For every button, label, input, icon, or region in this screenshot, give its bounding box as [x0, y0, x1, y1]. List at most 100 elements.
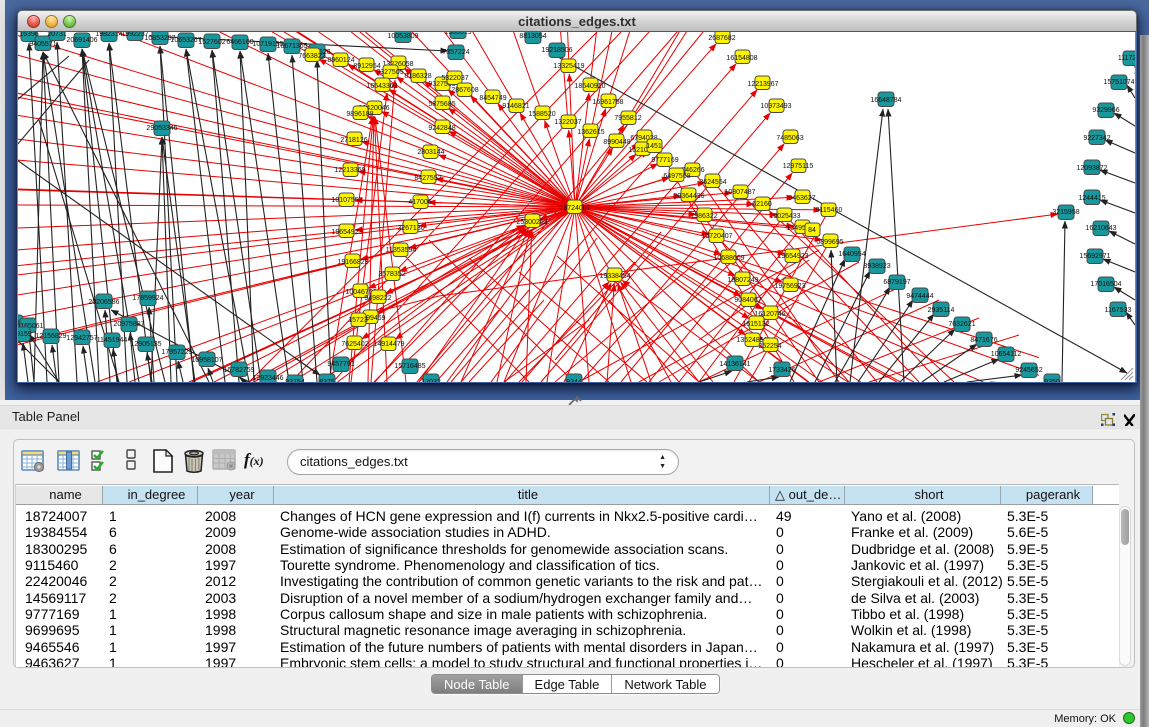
svg-text:8813054: 8813054: [519, 33, 546, 40]
svg-text:9896188: 9896188: [346, 111, 373, 118]
svg-text:11451944: 11451944: [97, 337, 128, 344]
svg-text:10958107: 10958107: [191, 357, 222, 364]
svg-text:2718126: 2718126: [340, 137, 367, 144]
svg-text:9227342: 9227342: [1083, 135, 1110, 142]
svg-text:12156829: 12156829: [35, 333, 66, 340]
svg-text:1244415: 1244415: [1078, 195, 1105, 202]
svg-text:10654112: 10654112: [991, 351, 1022, 358]
svg-text:9350: 9350: [1044, 379, 1060, 382]
svg-text:18807249: 18807249: [727, 277, 758, 284]
svg-text:1117263: 1117263: [1118, 55, 1135, 62]
svg-text:8938923: 8938923: [863, 263, 890, 270]
svg-text:9084067: 9084067: [734, 297, 761, 304]
svg-text:0899695: 0899695: [816, 239, 843, 246]
svg-text:5875685: 5875685: [428, 101, 455, 108]
svg-text:417006: 417006: [408, 199, 431, 206]
svg-text:1903319: 1903319: [444, 32, 471, 36]
svg-text:9242848: 9242848: [428, 125, 455, 132]
svg-text:8454749: 8454749: [479, 95, 506, 102]
svg-text:1733426: 1733426: [768, 367, 795, 374]
svg-text:16154808: 16154808: [726, 55, 757, 62]
svg-text:7986322: 7986322: [690, 213, 717, 220]
svg-text:15716485: 15716485: [394, 363, 425, 370]
svg-text:9327505: 9327505: [376, 69, 403, 76]
svg-text:10053809: 10053809: [387, 33, 418, 40]
svg-text:20364436: 20364436: [673, 193, 704, 200]
svg-text:9329966: 9329966: [1092, 107, 1119, 114]
svg-text:8186328: 8186328: [404, 73, 431, 80]
svg-text:12923446: 12923446: [252, 375, 283, 382]
svg-text:1451: 1451: [646, 143, 662, 150]
svg-text:17016504: 17016504: [1090, 281, 1121, 288]
svg-text:7955812: 7955812: [614, 115, 641, 122]
svg-text:2687682: 2687682: [708, 35, 735, 42]
svg-text:16782759: 16782759: [223, 367, 254, 374]
svg-text:6879197: 6879197: [883, 279, 910, 286]
svg-text:10973493: 10973493: [760, 103, 791, 110]
svg-text:17957225: 17957225: [161, 349, 192, 356]
svg-text:12975115: 12975115: [783, 163, 814, 170]
svg-text:1982314: 1982314: [95, 32, 122, 38]
svg-text:12093872: 12093872: [1076, 165, 1107, 172]
svg-text:19166829: 19166829: [337, 259, 368, 266]
svg-text:9405571: 9405571: [29, 41, 56, 48]
svg-text:10107553: 10107553: [331, 197, 362, 204]
svg-text:3215958: 3215958: [1052, 209, 1079, 216]
svg-text:10653267: 10653267: [170, 37, 201, 44]
svg-text:7663822: 7663822: [298, 53, 325, 60]
svg-text:12032: 12032: [421, 379, 441, 382]
svg-text:9344: 9344: [566, 379, 582, 382]
svg-text:20975887: 20975887: [113, 321, 144, 328]
svg-text:9245652: 9245652: [1015, 367, 1042, 374]
svg-text:1167533: 1167533: [1105, 307, 1132, 314]
svg-text:20731: 20731: [47, 32, 67, 38]
svg-text:15723: 15723: [348, 317, 368, 324]
svg-text:19654923: 19654923: [331, 229, 362, 236]
svg-text:62160: 62160: [752, 201, 772, 208]
svg-text:9115460: 9115460: [816, 207, 843, 214]
svg-text:20691406: 20691406: [66, 37, 97, 44]
svg-text:12213369: 12213369: [334, 167, 365, 174]
svg-text:15751074: 15751074: [1103, 79, 1134, 86]
svg-text:8375: 8375: [319, 379, 335, 382]
svg-text:3578352: 3578352: [378, 271, 405, 278]
svg-text:7485063: 7485063: [776, 135, 803, 142]
svg-text:29053346: 29053346: [146, 125, 177, 132]
svg-text:9777169: 9777169: [651, 157, 678, 164]
svg-text:19338454: 19338454: [599, 273, 630, 280]
svg-text:6497568: 6497568: [663, 173, 690, 180]
svg-text:13325419: 13325419: [553, 63, 584, 70]
svg-text:7357224: 7357224: [442, 49, 469, 56]
svg-text:10025433: 10025433: [769, 213, 800, 220]
svg-text:3267130: 3267130: [397, 225, 424, 232]
svg-text:8960124: 8960124: [327, 57, 354, 64]
svg-text:16648784: 16648784: [870, 97, 901, 104]
svg-text:252254: 252254: [758, 343, 781, 350]
svg-text:1362615: 1362615: [577, 129, 604, 136]
svg-text:9457791: 9457791: [327, 361, 354, 368]
svg-text:15720407: 15720407: [701, 233, 732, 240]
svg-text:16543362: 16543362: [366, 83, 397, 90]
svg-text:8990448: 8990448: [603, 139, 630, 146]
svg-text:9498222: 9498222: [364, 295, 391, 302]
svg-text:10688609: 10688609: [713, 255, 744, 262]
svg-text:12905135: 12905135: [130, 341, 161, 348]
svg-text:7625402: 7625402: [341, 341, 368, 348]
svg-text:5322037: 5322037: [441, 75, 468, 82]
svg-text:17859924: 17859924: [132, 295, 163, 302]
svg-text:84: 84: [808, 227, 816, 234]
svg-text:1588520: 1588520: [528, 111, 555, 118]
svg-text:39159: 39159: [17, 331, 32, 338]
svg-text:1615132: 1615132: [742, 321, 769, 328]
svg-text:9146821: 9146821: [502, 103, 529, 110]
svg-text:10807487: 10807487: [724, 189, 755, 196]
svg-text:16961758: 16961758: [592, 99, 623, 106]
svg-text:2867608: 2867608: [451, 87, 478, 94]
svg-text:8471676: 8471676: [970, 337, 997, 344]
svg-text:2935114: 2935114: [928, 307, 955, 314]
svg-text:18724007: 18724007: [559, 205, 590, 212]
svg-text:3624554: 3624554: [699, 179, 726, 186]
svg-text:8427552: 8427552: [414, 175, 441, 182]
svg-text:14136141: 14136141: [719, 361, 750, 368]
svg-text:11353594: 11353594: [386, 247, 417, 254]
